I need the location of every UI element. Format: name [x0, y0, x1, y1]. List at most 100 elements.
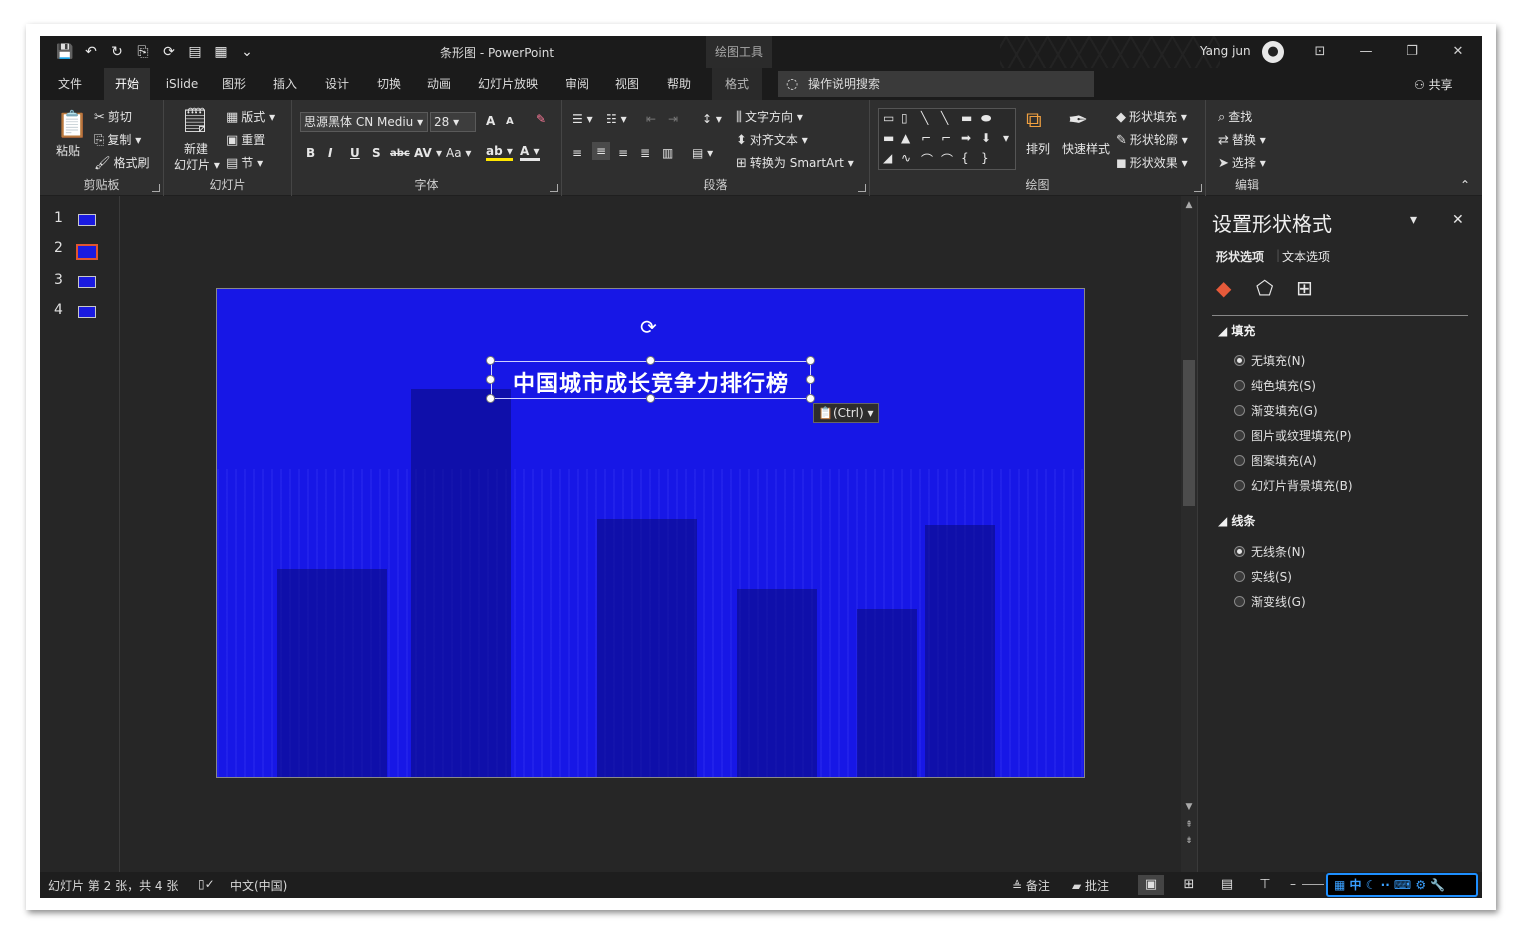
size-properties-icon[interactable]: ⊞ [1296, 276, 1313, 300]
numbering-icon[interactable]: ☷ ▾ [606, 112, 627, 126]
section-button[interactable]: ▤ 节 ▾ [226, 154, 263, 171]
zoom-slider[interactable] [1302, 884, 1324, 885]
arc-icon[interactable]: ⌒ [921, 151, 933, 168]
font-launcher-icon[interactable] [550, 184, 558, 192]
tab-slideshow[interactable]: 幻灯片放映 [470, 68, 546, 100]
rect-shape-icon[interactable]: ▬ [961, 111, 972, 125]
fill-option-solid[interactable]: 纯色填充(S) [1234, 377, 1316, 394]
tab-animations[interactable]: 动画 [416, 68, 462, 100]
radio-icon[interactable] [1234, 546, 1245, 557]
strikethrough-button[interactable]: abc [390, 148, 410, 159]
shape-fill-button[interactable]: ◆ 形状填充 ▾ [1116, 108, 1187, 125]
right-arrow-icon[interactable]: ➡ [961, 131, 971, 145]
line-option-gradient[interactable]: 渐变线(G) [1234, 593, 1306, 610]
next-slide-icon[interactable]: ⇟ [1183, 836, 1195, 846]
arrange-button[interactable]: 排列 [1026, 140, 1050, 157]
underline-button[interactable]: U [350, 146, 360, 160]
line-section-header[interactable]: ◢ 线条 [1218, 512, 1255, 529]
zoom-out-icon[interactable]: – [1290, 877, 1296, 891]
connector-icon[interactable]: ⌐ [921, 131, 931, 145]
fill-option-pattern[interactable]: 图案填充(A) [1234, 452, 1317, 469]
tab-view[interactable]: 视图 [604, 68, 650, 100]
scroll-thumb[interactable] [1183, 360, 1195, 506]
freeform-icon[interactable]: ◢ [883, 151, 892, 165]
fill-line-icon[interactable]: ◆ [1216, 276, 1231, 300]
from-start-icon[interactable]: ⎘ [132, 42, 154, 62]
paragraph-launcher-icon[interactable] [858, 184, 866, 192]
vertical-textbox-icon[interactable]: ▯ [901, 111, 908, 125]
resize-handle[interactable] [646, 356, 655, 365]
vertical-scrollbar[interactable]: ▲ ▼ ⇞ ⇟ [1181, 196, 1197, 872]
drawing-launcher-icon[interactable] [1194, 184, 1202, 192]
radio-icon[interactable] [1234, 380, 1245, 391]
scroll-down-icon[interactable]: ▼ [1183, 802, 1195, 812]
line-spacing-icon[interactable]: ↕ ▾ [702, 112, 722, 126]
reset-button[interactable]: ▣ 重置 [226, 131, 265, 148]
shape-outline-button[interactable]: ✎ 形状轮廓 ▾ [1116, 131, 1188, 148]
font-size-combo[interactable]: 28 ▾ [430, 112, 476, 132]
tab-insert[interactable]: 插入 [262, 68, 308, 100]
tab-transitions[interactable]: 切换 [366, 68, 412, 100]
radio-icon[interactable] [1234, 480, 1245, 491]
radio-icon[interactable] [1234, 405, 1245, 416]
format-painter-button[interactable]: 🖌 格式刷 [94, 154, 150, 171]
curve-icon[interactable]: ∿ [901, 151, 911, 165]
down-arrow-icon[interactable]: ⬇ [981, 131, 991, 145]
tell-me-search[interactable]: ◌ 操作说明搜索 [778, 71, 1094, 97]
font-color-icon[interactable]: A ▾ [520, 144, 540, 161]
radio-icon[interactable] [1234, 430, 1245, 441]
tab-text-options[interactable]: 文本选项 [1282, 248, 1330, 265]
line2-shape-icon[interactable]: ╲ [941, 111, 948, 125]
slide-sorter-icon[interactable]: ⊞ [1176, 875, 1202, 895]
spellcheck-icon[interactable]: ▯✓ [198, 877, 215, 891]
bullets-icon[interactable]: ☰ ▾ [572, 112, 593, 126]
columns-icon[interactable]: ▤ ▾ [692, 146, 713, 160]
layout-button[interactable]: ▦ 版式 ▾ [226, 108, 275, 125]
distributed-icon[interactable]: ▥ [662, 146, 673, 160]
arrange-icon[interactable]: ⧉ [1026, 108, 1042, 133]
resize-handle[interactable] [806, 394, 815, 403]
triangle-icon[interactable]: ▲ [901, 131, 910, 145]
text-direction-button[interactable]: ⫼ 文字方向 ▾ [736, 108, 803, 125]
align-text-button[interactable]: ⬍ 对齐文本 ▾ [736, 131, 808, 148]
paste-button[interactable]: 粘贴 [56, 142, 80, 159]
fill-section-header[interactable]: ◢ 填充 [1218, 322, 1255, 339]
avatar-icon[interactable]: ● [1262, 41, 1284, 63]
resize-handle[interactable] [486, 356, 495, 365]
resize-handle[interactable] [806, 375, 815, 384]
pane-close-icon[interactable]: ✕ [1452, 212, 1464, 228]
paste-icon[interactable]: 📋 [56, 110, 88, 140]
slide-thumbnail-3[interactable] [78, 276, 96, 288]
radio-icon[interactable] [1234, 596, 1245, 607]
repeat-icon[interactable]: ⟳ [158, 42, 180, 62]
tab-review[interactable]: 审阅 [554, 68, 600, 100]
line-shape-icon[interactable]: ╲ [921, 111, 928, 125]
elbow-icon[interactable]: ⌐ [941, 131, 951, 145]
user-name[interactable]: Yang jun [1200, 44, 1251, 58]
notes-button[interactable]: ≜ 备注 [1012, 877, 1050, 894]
clear-format-icon[interactable]: ✎ [536, 112, 546, 126]
gallery-more-icon[interactable]: ▾ [1003, 131, 1009, 145]
align-center-icon[interactable]: ≡ [592, 142, 611, 160]
scroll-up-icon[interactable]: ▲ [1183, 200, 1195, 210]
ime-toolbar[interactable]: ▦ 中 ☾ ·· ⌨ ⚙ 🔧 [1326, 873, 1478, 897]
tab-design[interactable]: 设计 [314, 68, 360, 100]
slide-thumbnail-1[interactable] [78, 214, 96, 226]
new-slide-icon[interactable]: 🗒 [180, 106, 210, 134]
brace-right-icon[interactable]: } [981, 151, 989, 165]
fill-option-gradient[interactable]: 渐变填充(G) [1234, 402, 1318, 419]
find-button[interactable]: ⌕ 查找 [1218, 108, 1252, 125]
new-slide-label2[interactable]: 幻灯片 ▾ [174, 156, 220, 173]
tab-help[interactable]: 帮助 [656, 68, 702, 100]
effects-pentagon-icon[interactable]: ⬠ [1256, 276, 1273, 300]
pane-options-icon[interactable]: ▾ [1410, 212, 1417, 228]
char-spacing-button[interactable]: AV ▾ [414, 146, 442, 160]
align-right-icon[interactable]: ≡ [618, 146, 628, 160]
line-option-solid[interactable]: 实线(S) [1234, 568, 1292, 585]
resize-handle[interactable] [486, 394, 495, 403]
rotate-handle-icon[interactable]: ⟳ [640, 315, 657, 339]
oval-shape-icon[interactable]: ⬬ [981, 111, 991, 126]
cut-button[interactable]: ✂ 剪切 [94, 108, 132, 125]
restore-icon[interactable]: ❐ [1400, 42, 1424, 62]
save-icon[interactable]: 💾 [54, 42, 76, 62]
